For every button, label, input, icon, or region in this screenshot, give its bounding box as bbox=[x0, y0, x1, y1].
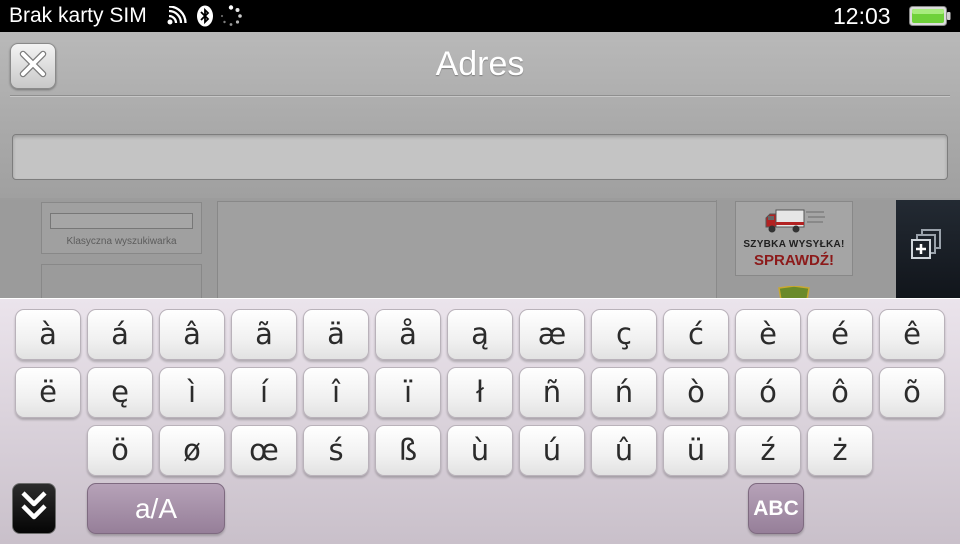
abc-key[interactable]: ABC bbox=[748, 483, 804, 534]
header-divider bbox=[10, 95, 950, 96]
key-ß[interactable]: ß bbox=[375, 425, 441, 476]
key-ç[interactable]: ç bbox=[591, 309, 657, 360]
address-panel: Adres bbox=[0, 32, 960, 198]
key-ö[interactable]: ö bbox=[87, 425, 153, 476]
key-ú[interactable]: ú bbox=[519, 425, 585, 476]
key-ò[interactable]: ò bbox=[663, 367, 729, 418]
key-ę[interactable]: ę bbox=[87, 367, 153, 418]
key-ś[interactable]: ś bbox=[303, 425, 369, 476]
tabs-panel bbox=[896, 200, 960, 298]
key-ù[interactable]: ù bbox=[447, 425, 513, 476]
shift-key[interactable]: a/A bbox=[87, 483, 225, 534]
hide-keyboard-button[interactable] bbox=[12, 483, 56, 534]
key-â[interactable]: â bbox=[159, 309, 225, 360]
address-input[interactable] bbox=[12, 134, 948, 180]
shield-icon bbox=[777, 285, 811, 298]
bluetooth-icon bbox=[196, 5, 214, 32]
key-æ[interactable]: æ bbox=[519, 309, 585, 360]
key-ą[interactable]: ą bbox=[447, 309, 513, 360]
key-å[interactable]: å bbox=[375, 309, 441, 360]
key-û[interactable]: û bbox=[591, 425, 657, 476]
key-ń[interactable]: ń bbox=[591, 367, 657, 418]
key-œ[interactable]: œ bbox=[231, 425, 297, 476]
wifi-icon bbox=[166, 5, 188, 31]
battery-icon bbox=[909, 6, 951, 31]
key-ë[interactable]: ë bbox=[15, 367, 81, 418]
key-ź[interactable]: ź bbox=[735, 425, 801, 476]
truck-icon bbox=[762, 206, 826, 241]
chevron-double-down-icon bbox=[19, 488, 49, 529]
key-á[interactable]: á bbox=[87, 309, 153, 360]
key-ñ[interactable]: ñ bbox=[519, 367, 585, 418]
key-é[interactable]: é bbox=[807, 309, 873, 360]
key-ć[interactable]: ć bbox=[663, 309, 729, 360]
search-field bbox=[50, 213, 193, 229]
key-ó[interactable]: ó bbox=[735, 367, 801, 418]
key-à[interactable]: à bbox=[15, 309, 81, 360]
key-ø[interactable]: ø bbox=[159, 425, 225, 476]
status-bar: Brak karty SIM 12:03 bbox=[0, 0, 960, 32]
clock: 12:03 bbox=[833, 3, 891, 29]
content-box bbox=[217, 201, 717, 298]
classic-search-box: Klasyczna wyszukiwarka bbox=[41, 202, 202, 254]
search-label: Klasyczna wyszukiwarka bbox=[66, 236, 177, 247]
key-ê[interactable]: ê bbox=[879, 309, 945, 360]
new-tab-icon[interactable] bbox=[910, 228, 944, 267]
page-title: Adres bbox=[435, 45, 525, 83]
banner-headline: SZYBKA WYSYŁKA! bbox=[743, 239, 845, 250]
key-î[interactable]: î bbox=[303, 367, 369, 418]
webpage-content: Klasyczna wyszukiwarka SZYBKA WYSYŁKA! S… bbox=[0, 200, 896, 298]
key-ż[interactable]: ż bbox=[807, 425, 873, 476]
key-ã[interactable]: ã bbox=[231, 309, 297, 360]
key-ï[interactable]: ï bbox=[375, 367, 441, 418]
banner-cta: SPRAWDŹ! bbox=[754, 252, 834, 269]
key-ô[interactable]: ô bbox=[807, 367, 873, 418]
column-divider bbox=[716, 200, 717, 298]
carrier-label: Brak karty SIM bbox=[9, 4, 147, 27]
key-õ[interactable]: õ bbox=[879, 367, 945, 418]
key-ä[interactable]: ä bbox=[303, 309, 369, 360]
side-box bbox=[41, 264, 202, 298]
key-ü[interactable]: ü bbox=[663, 425, 729, 476]
shipping-banner: SZYBKA WYSYŁKA! SPRAWDŹ! bbox=[735, 201, 853, 276]
key-è[interactable]: è bbox=[735, 309, 801, 360]
key-í[interactable]: í bbox=[231, 367, 297, 418]
key-ì[interactable]: ì bbox=[159, 367, 225, 418]
on-screen-keyboard: àáâãäåąæçćèéê ëęìíîïłñńòóôõ öøœśßùúûüźż a/… bbox=[0, 298, 960, 544]
busy-indicator-icon bbox=[219, 5, 243, 32]
key-ł[interactable]: ł bbox=[447, 367, 513, 418]
